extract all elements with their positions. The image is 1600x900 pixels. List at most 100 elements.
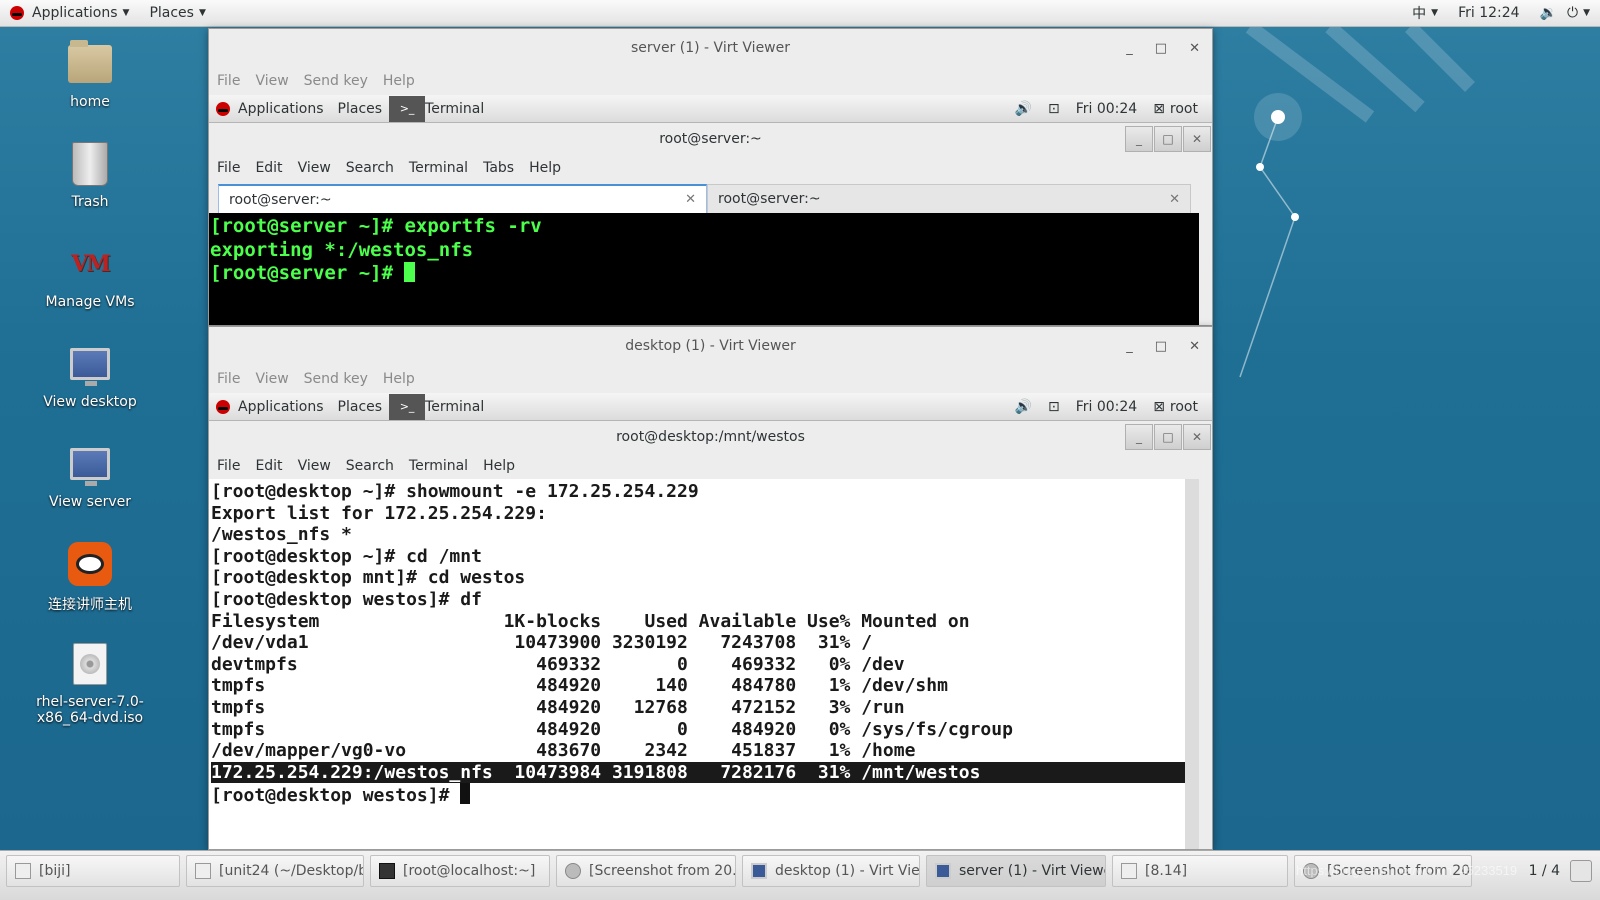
menu-file[interactable]: File xyxy=(217,160,240,176)
power-icon: ⏻ xyxy=(1567,5,1579,21)
applications-menu[interactable]: Applications ▼ xyxy=(0,0,139,27)
guest-places-menu[interactable]: Places xyxy=(331,399,390,415)
menu-help[interactable]: Help xyxy=(383,371,415,387)
menu-edit[interactable]: Edit xyxy=(255,458,282,474)
desktop-icon-view-desktop[interactable]: View desktop xyxy=(20,340,160,440)
desktop-icon-connect-teacher[interactable]: 连接讲师主机 xyxy=(20,540,160,640)
menu-file[interactable]: File xyxy=(217,458,240,474)
workspace-switcher-icon[interactable] xyxy=(1570,860,1592,882)
menu-tabs[interactable]: Tabs xyxy=(483,160,514,176)
maximize-icon[interactable]: □ xyxy=(1154,424,1182,450)
terminal-titlebar[interactable]: root@desktop:/mnt/westos _ □ ✕ xyxy=(209,421,1212,453)
close-icon[interactable]: ✕ xyxy=(1183,126,1211,152)
taskbar-item-desktop-virt-viewer[interactable]: desktop (1) - Virt Vie... xyxy=(742,855,920,887)
document-icon xyxy=(1121,863,1137,879)
terminal-prompt-line: [root@desktop westos]# xyxy=(211,783,1199,806)
status-menu[interactable]: 🔉 ⏻ ▼ xyxy=(1530,0,1600,27)
taskbar-item-server-virt-viewer[interactable]: server (1) - Virt Viewer xyxy=(926,855,1106,887)
minimize-icon[interactable]: _ xyxy=(1126,41,1133,56)
clock[interactable]: Fri 12:24 xyxy=(1448,0,1529,27)
guest-user-menu[interactable]: ⊠ root xyxy=(1145,101,1206,117)
guest-task-label: Terminal xyxy=(425,398,485,415)
chevron-down-icon: ▼ xyxy=(198,8,206,18)
network-icon[interactable]: ⊡ xyxy=(1040,101,1068,117)
menu-send-key[interactable]: Send key xyxy=(304,371,368,387)
close-icon[interactable]: ✕ xyxy=(1183,424,1211,450)
menu-help[interactable]: Help xyxy=(383,73,415,89)
guest-applications-menu[interactable]: Applications xyxy=(209,101,331,117)
image-viewer-icon xyxy=(565,863,581,879)
volume-icon: 🔉 xyxy=(1539,5,1557,21)
guest-user-label: root xyxy=(1169,398,1198,415)
window-titlebar[interactable]: desktop (1) - Virt Viewer _ □ ✕ xyxy=(209,327,1212,365)
close-icon[interactable]: ✕ xyxy=(1189,41,1200,56)
guest-user-menu[interactable]: ⊠ root xyxy=(1145,399,1206,415)
menu-help[interactable]: Help xyxy=(483,458,515,474)
desktop-icon-manage-vms[interactable]: VM Manage VMs xyxy=(20,240,160,340)
guest-clock[interactable]: Fri 00:24 xyxy=(1068,399,1145,415)
desktop-icon-trash[interactable]: Trash xyxy=(20,140,160,240)
menu-terminal[interactable]: Terminal xyxy=(409,458,468,474)
terminal-menubar: File Edit View Search Terminal Tabs Help xyxy=(209,155,1212,181)
window-titlebar[interactable]: server (1) - Virt Viewer _ □ ✕ xyxy=(209,29,1212,67)
taskbar-item-biji[interactable]: [biji] xyxy=(6,855,180,887)
minimize-icon[interactable]: _ xyxy=(1125,424,1153,450)
volume-icon[interactable]: 🔊 xyxy=(1007,101,1040,117)
minimize-icon[interactable]: _ xyxy=(1125,126,1153,152)
taskbar-item-localhost-terminal[interactable]: [root@localhost:~] xyxy=(370,855,550,887)
guest-places-menu[interactable]: Places xyxy=(331,101,390,117)
menu-view[interactable]: View xyxy=(255,371,288,387)
close-icon[interactable]: ✕ xyxy=(1169,192,1180,207)
user-icon: ⊠ xyxy=(1153,100,1165,117)
input-method-indicator[interactable]: 中 ▼ xyxy=(1402,0,1448,27)
guest-terminal-task[interactable]: >_ Terminal xyxy=(389,95,493,122)
close-icon[interactable]: ✕ xyxy=(685,192,696,207)
close-icon[interactable]: ✕ xyxy=(1189,339,1200,354)
terminal-titlebar[interactable]: root@server:~ _ □ ✕ xyxy=(209,123,1212,155)
desktop-icon-view-server[interactable]: View server xyxy=(20,440,160,540)
tab-inactive[interactable]: root@server:~ ✕ xyxy=(707,184,1191,213)
minimize-icon[interactable]: _ xyxy=(1126,339,1133,354)
places-menu[interactable]: Places ▼ xyxy=(139,0,215,27)
maximize-icon[interactable]: □ xyxy=(1154,126,1182,152)
menu-view[interactable]: View xyxy=(298,458,331,474)
network-icon[interactable]: ⊡ xyxy=(1040,399,1068,415)
menu-edit[interactable]: Edit xyxy=(255,160,282,176)
top-panel: Applications ▼ Places ▼ 中 ▼ Fri 12:24 🔉 … xyxy=(0,0,1600,27)
guest-clock[interactable]: Fri 00:24 xyxy=(1068,101,1145,117)
terminal-line: [root@server ~]# exportfs -rv xyxy=(210,215,542,237)
guest-terminal-task[interactable]: >_ Terminal xyxy=(389,393,493,420)
desktop-icon-home[interactable]: home xyxy=(20,40,160,140)
window-title: server (1) - Virt Viewer xyxy=(631,40,790,56)
taskbar-item-unit24[interactable]: [unit24 (~/Desktop/bi... xyxy=(186,855,364,887)
clock-label: Fri 12:24 xyxy=(1458,5,1520,21)
maximize-icon[interactable]: □ xyxy=(1155,41,1167,56)
taskbar-item-label: [root@localhost:~] xyxy=(403,863,536,879)
desktop-terminal-output[interactable]: [root@desktop ~]# showmount -e 172.25.25… xyxy=(209,479,1199,849)
menu-search[interactable]: Search xyxy=(346,160,394,176)
menu-view[interactable]: View xyxy=(255,73,288,89)
desktop-icon-rhel-iso[interactable]: rhel-server-7.0-x86_64-dvd.iso xyxy=(20,640,160,740)
menu-help[interactable]: Help xyxy=(529,160,561,176)
desktop-icon-label: rhel-server-7.0-x86_64-dvd.iso xyxy=(36,694,144,726)
menu-search[interactable]: Search xyxy=(346,458,394,474)
maximize-icon[interactable]: □ xyxy=(1155,339,1167,354)
guest-top-panel: Applications Places >_ Terminal 🔊 ⊡ Fri … xyxy=(209,393,1212,421)
tab-active[interactable]: root@server:~ ✕ xyxy=(218,184,707,213)
menu-view[interactable]: View xyxy=(298,160,331,176)
volume-icon[interactable]: 🔊 xyxy=(1007,399,1040,415)
user-icon: ⊠ xyxy=(1153,398,1165,415)
guest-places-label: Places xyxy=(337,100,383,117)
menu-file[interactable]: File xyxy=(217,371,240,387)
redhat-logo-icon xyxy=(10,6,24,20)
menu-terminal[interactable]: Terminal xyxy=(409,160,468,176)
taskbar-item-screenshot-1[interactable]: [Screenshot from 20... xyxy=(556,855,736,887)
terminal-scrollbar[interactable] xyxy=(1185,479,1199,849)
taskbar-item-8-14[interactable]: [8.14] xyxy=(1112,855,1288,887)
menu-send-key[interactable]: Send key xyxy=(304,73,368,89)
guest-applications-menu[interactable]: Applications xyxy=(209,399,331,415)
terminal-line: tmpfs 484920 0 484920 0% /sys/fs/cgroup xyxy=(211,718,1013,740)
workspace-pager[interactable]: 1 / 4 xyxy=(1529,855,1592,887)
server-terminal-output[interactable]: [root@server ~]# exportfs -rv exporting *… xyxy=(209,213,1199,325)
menu-file[interactable]: File xyxy=(217,73,240,89)
